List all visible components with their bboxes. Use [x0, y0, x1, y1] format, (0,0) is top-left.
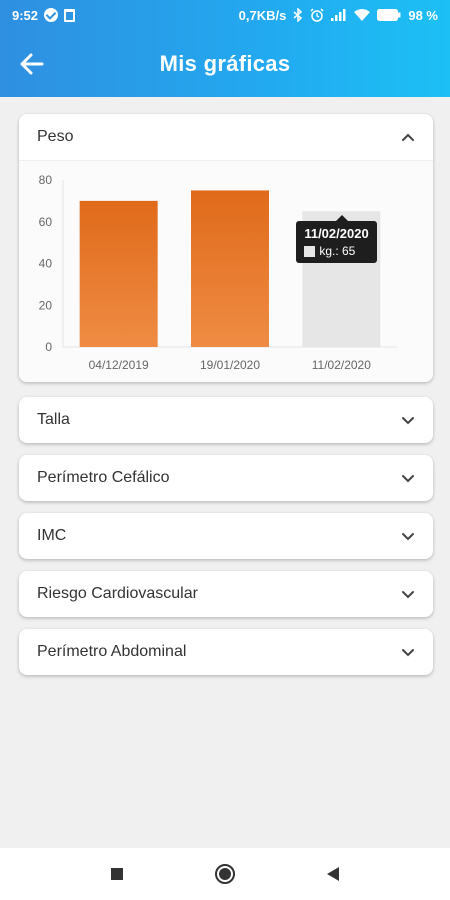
- y-tick-label: 0: [45, 340, 52, 354]
- section-label: Riesgo Cardiovascular: [37, 585, 198, 602]
- section-card-perimetro-abdominal: Perímetro Abdominal: [19, 629, 433, 675]
- signal-icon: [331, 9, 346, 21]
- home-button[interactable]: [210, 859, 240, 889]
- battery-level: 98 %: [408, 7, 438, 23]
- chevron-down-icon[interactable]: [401, 645, 415, 659]
- section-label: IMC: [37, 527, 67, 544]
- app-bar: Mis gráficas: [0, 30, 450, 97]
- section-card-imc: IMC: [19, 513, 433, 559]
- tooltip-value: kg.: 65: [319, 244, 356, 259]
- chevron-up-icon[interactable]: [401, 130, 415, 144]
- section-label: Peso: [37, 128, 74, 145]
- chart-bar[interactable]: [191, 190, 269, 347]
- chart-tooltip: 11/02/2020 kg.: 65: [296, 215, 377, 264]
- trash-icon: [64, 8, 76, 22]
- weight-chart-svg: 0 20 40 60 80 04/12/2019 19/01/2020 11/02/2020: [39, 173, 397, 372]
- circle-home-icon: [215, 864, 235, 884]
- section-card-peso: Peso 0 20 40 60 80 04/12/2019 19/01/2020 11/02/…: [19, 114, 433, 382]
- section-label: Perímetro Abdominal: [37, 643, 187, 660]
- x-tick-label: 11/02/2020: [312, 358, 371, 372]
- section-header-riesgo-cardiovascular[interactable]: Riesgo Cardiovascular: [19, 571, 433, 617]
- system-back-button[interactable]: [318, 859, 348, 889]
- y-tick-label: 40: [39, 257, 53, 271]
- y-tick-label: 60: [39, 215, 53, 229]
- status-bar: 9:52 0,7KB/s 98 %: [0, 0, 450, 30]
- section-card-perimetro-cefalico: Perímetro Cefálico: [19, 455, 433, 501]
- section-card-talla: Talla: [19, 397, 433, 443]
- wifi-icon: [354, 9, 371, 21]
- tooltip-swatch: [304, 245, 316, 257]
- triangle-back-icon: [327, 867, 339, 881]
- y-tick-label: 20: [39, 298, 53, 312]
- bluetooth-icon: [293, 8, 303, 22]
- alarm-icon: [310, 8, 324, 22]
- square-recents-icon: [111, 868, 123, 880]
- page-title: Mis gráficas: [159, 50, 291, 76]
- chart-bar[interactable]: [79, 200, 158, 347]
- section-header-perimetro-cefalico[interactable]: Perímetro Cefálico: [19, 455, 433, 501]
- section-header-talla[interactable]: Talla: [19, 397, 433, 443]
- arrow-left-icon: [20, 53, 44, 75]
- chevron-down-icon[interactable]: [401, 529, 415, 543]
- section-header-peso[interactable]: Peso: [19, 114, 433, 160]
- chevron-down-icon[interactable]: [401, 587, 415, 601]
- chevron-down-icon[interactable]: [401, 413, 415, 427]
- weight-chart: 0 20 40 60 80 04/12/2019 19/01/2020 11/02/2020 …: [19, 160, 433, 382]
- back-button[interactable]: [18, 50, 46, 78]
- clock: 9:52: [12, 7, 39, 23]
- x-tick-label: 19/01/2020: [200, 358, 260, 372]
- section-label: Perímetro Cefálico: [37, 469, 170, 486]
- section-label: Talla: [37, 411, 70, 428]
- tooltip-title: 11/02/2020: [304, 226, 369, 242]
- battery-icon: [377, 9, 401, 21]
- section-header-imc[interactable]: IMC: [19, 513, 433, 559]
- recents-button[interactable]: [102, 859, 132, 889]
- network-speed: 0,7KB/s: [238, 7, 287, 23]
- y-tick-label: 80: [39, 173, 53, 187]
- section-header-perimetro-abdominal[interactable]: Perímetro Abdominal: [19, 629, 433, 675]
- check-circle-icon: [44, 8, 59, 22]
- chevron-down-icon[interactable]: [401, 471, 415, 485]
- x-tick-label: 04/12/2019: [89, 358, 149, 372]
- system-nav-bar: [0, 848, 450, 900]
- section-card-riesgo-cardiovascular: Riesgo Cardiovascular: [19, 571, 433, 617]
